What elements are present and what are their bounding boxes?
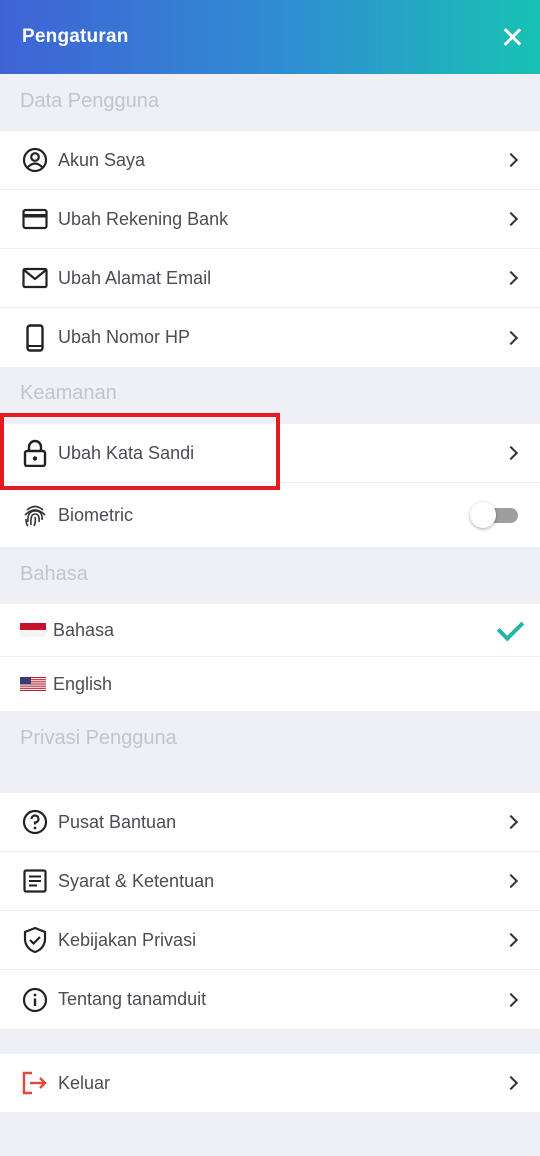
- toggle-knob: [470, 502, 496, 528]
- menu-item-label: Ubah Rekening Bank: [58, 208, 229, 229]
- menu-item-label: Akun Saya: [58, 149, 146, 170]
- section-label-keamanan: Keamanan: [20, 382, 117, 404]
- menu-item-label: Ubah Kata Sandi: [58, 442, 195, 463]
- credit-card-icon: [21, 205, 49, 233]
- language-item-bahasa[interactable]: Bahasa: [0, 604, 540, 657]
- close-icon[interactable]: [502, 27, 522, 47]
- menu-item-ubah-rekening-bank[interactable]: Ubah Rekening Bank: [0, 190, 540, 249]
- menu-item-label: Syarat & Ketentuan: [58, 870, 215, 891]
- smartphone-icon: [21, 323, 49, 352]
- menu-item-label: Kebijakan Privasi: [58, 929, 197, 950]
- chevron-right-icon: [503, 330, 519, 345]
- keamanan-group: Ubah Kata Sandi Biometric: [0, 424, 540, 547]
- fingerprint-icon: [21, 501, 49, 529]
- logout-icon: [21, 1069, 49, 1097]
- menu-item-label: Ubah Nomor HP: [58, 327, 191, 347]
- chevron-right-icon: [503, 873, 519, 889]
- menu-item-label: Tentang tanamduit: [58, 989, 207, 1009]
- logout-group: Keluar: [0, 1054, 540, 1112]
- language-item-english[interactable]: English: [0, 657, 540, 711]
- menu-item-ubah-alamat-email[interactable]: Ubah Alamat Email: [0, 249, 540, 308]
- document-icon: [21, 867, 49, 895]
- indonesia-flag-icon: [20, 623, 46, 637]
- menu-item-biometric: Biometric: [0, 483, 540, 547]
- menu-item-akun-saya[interactable]: Akun Saya: [0, 131, 540, 190]
- menu-item-tentang-tanamduit[interactable]: Tentang tanamduit: [0, 970, 540, 1029]
- language-label: English: [53, 673, 113, 694]
- menu-item-ubah-kata-sandi[interactable]: Ubah Kata Sandi: [0, 424, 540, 483]
- menu-item-syarat-ketentuan[interactable]: Syarat & Ketentuan: [0, 852, 540, 911]
- mail-icon: [21, 264, 49, 292]
- bahasa-group: Bahasa English: [0, 604, 540, 711]
- menu-item-label: Pusat Bantuan: [58, 811, 177, 832]
- account-circle-icon: [21, 146, 49, 174]
- menu-item-kebijakan-privasi[interactable]: Kebijakan Privasi: [0, 911, 540, 970]
- chevron-right-icon: [503, 152, 519, 168]
- section-label-privasi: Privasi Pengguna: [20, 727, 177, 749]
- logout-button[interactable]: Keluar: [0, 1054, 540, 1112]
- menu-item-label: Biometric: [58, 504, 134, 525]
- page-title: Pengaturan: [22, 26, 129, 47]
- biometric-toggle[interactable]: [470, 502, 518, 528]
- shield-check-icon: [21, 926, 49, 954]
- chevron-right-icon: [503, 814, 519, 830]
- menu-item-ubah-nomor-hp[interactable]: Ubah Nomor HP: [0, 308, 540, 367]
- language-label: Bahasa: [53, 619, 115, 640]
- lock-icon: [21, 439, 49, 467]
- privasi-group: Pusat Bantuan Syarat & Ketentuan Kebijak…: [0, 793, 540, 1029]
- data-pengguna-group: Akun Saya Ubah Rekening Bank Ubah Alamat…: [0, 131, 540, 367]
- section-label-data-pengguna: Data Pengguna: [20, 90, 160, 112]
- menu-item-pusat-bantuan[interactable]: Pusat Bantuan: [0, 793, 540, 852]
- help-circle-icon: [21, 808, 49, 836]
- chevron-right-icon: [503, 1075, 519, 1091]
- app-header: Pengaturan: [0, 0, 540, 74]
- us-flag-icon: [20, 677, 46, 691]
- chevron-right-icon: [503, 270, 519, 286]
- chevron-right-icon: [503, 932, 519, 948]
- check-icon: [496, 613, 525, 642]
- section-label-bahasa: Bahasa: [20, 563, 88, 585]
- chevron-right-icon: [503, 992, 519, 1007]
- logout-label: Keluar: [58, 1072, 111, 1093]
- info-icon: [21, 986, 49, 1014]
- chevron-right-icon: [503, 211, 519, 227]
- chevron-right-icon: [503, 445, 519, 461]
- menu-item-label: Ubah Alamat Email: [58, 267, 212, 288]
